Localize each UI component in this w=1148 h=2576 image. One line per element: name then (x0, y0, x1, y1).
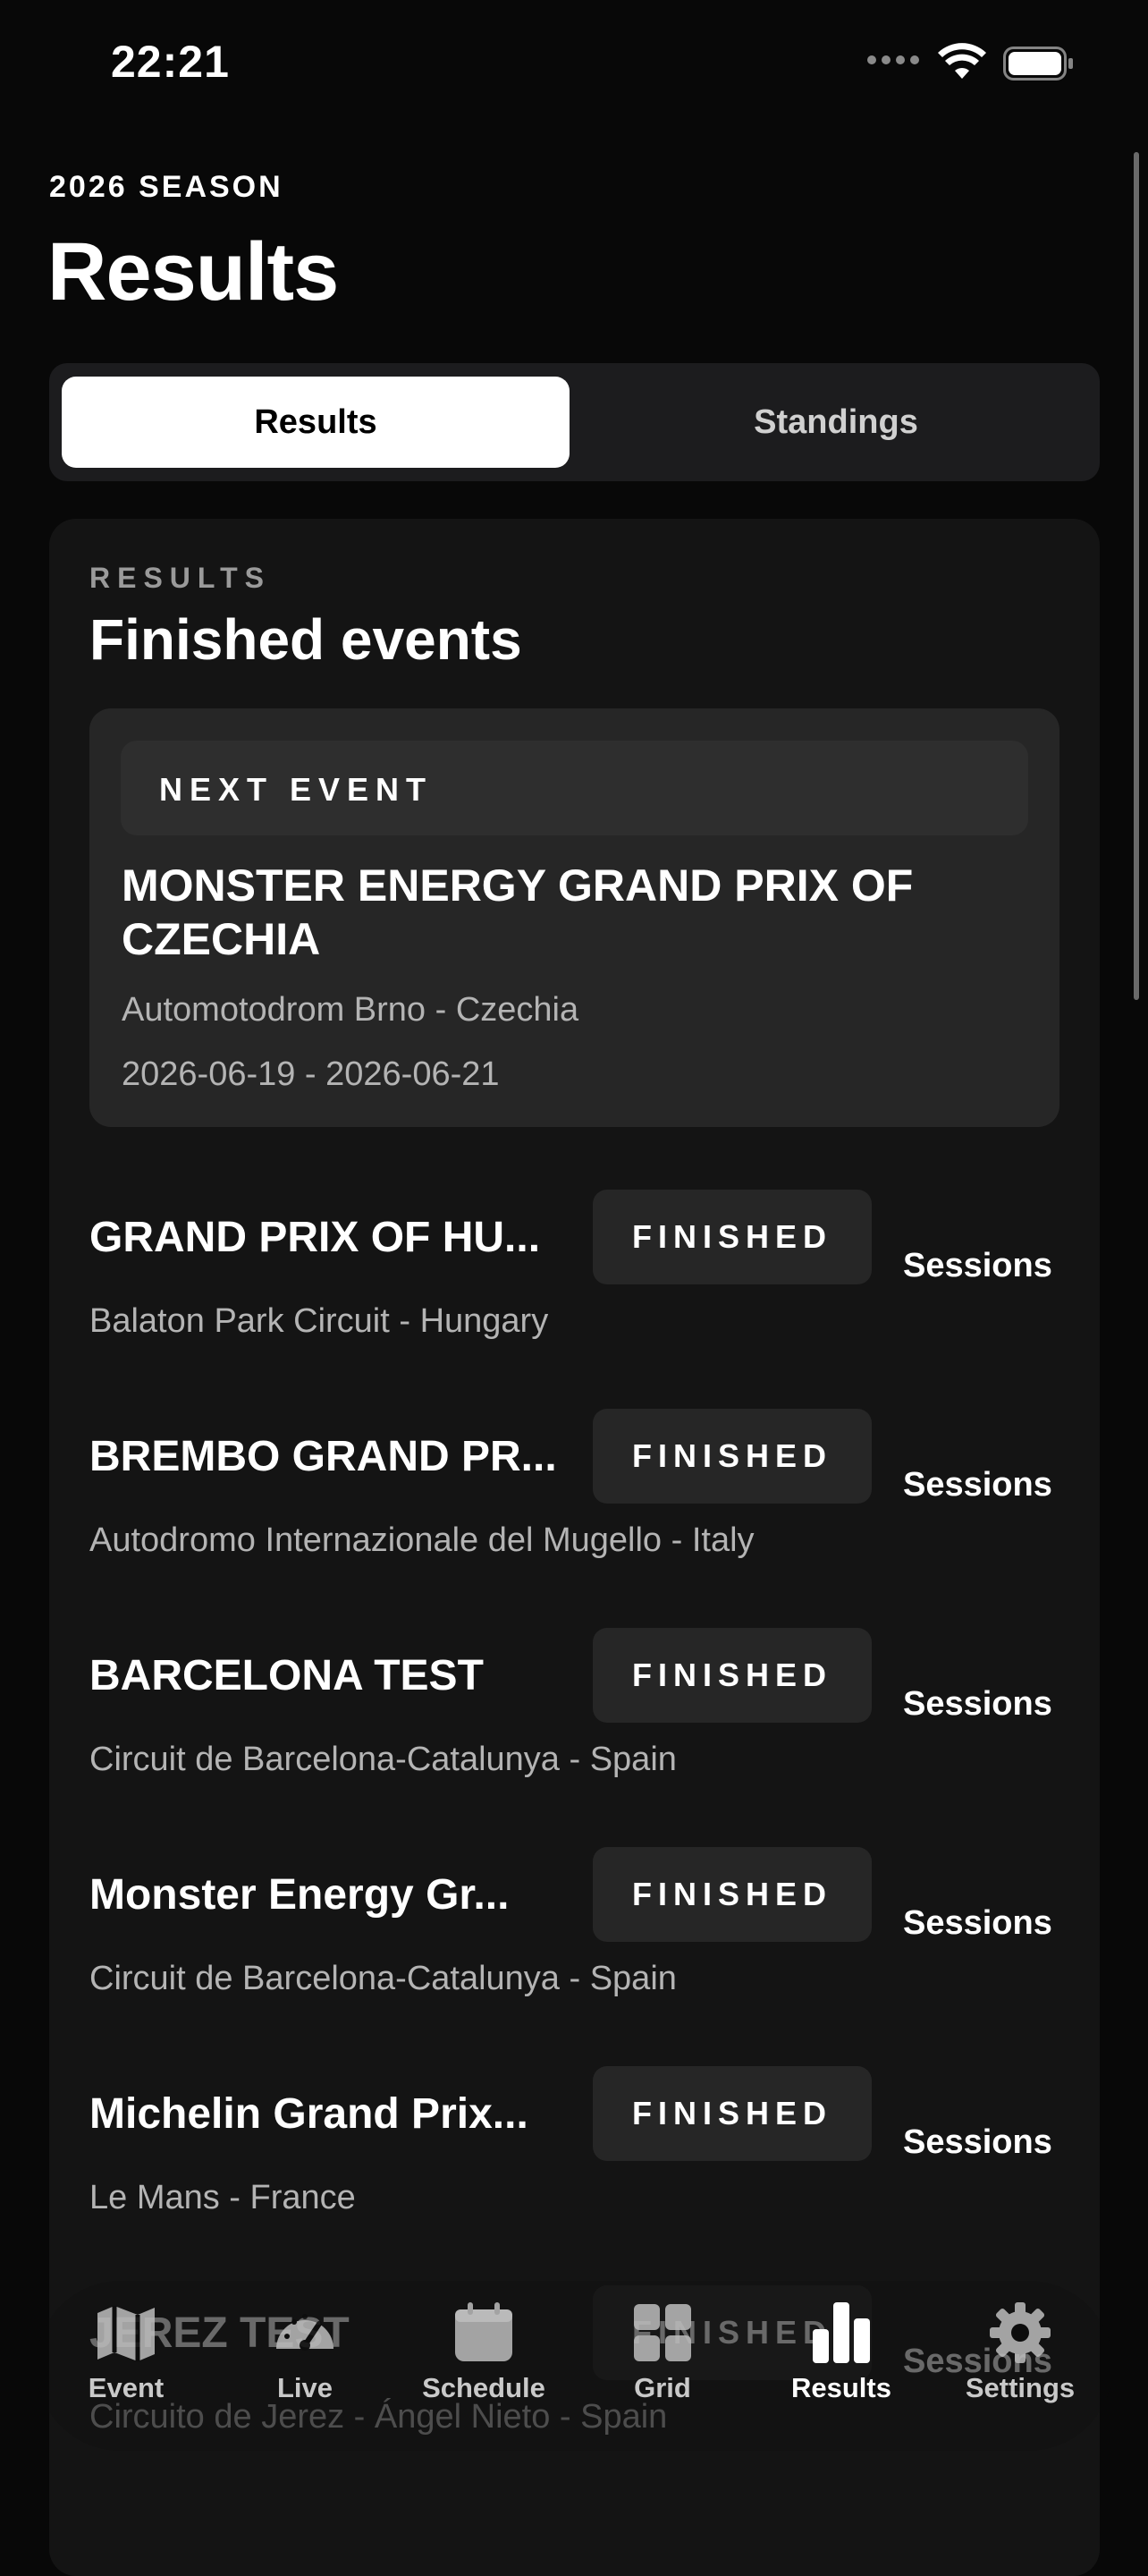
card-title: Finished events (89, 607, 522, 672)
status-badge: FINISHED (593, 1190, 872, 1284)
tab-label: Live (276, 2372, 333, 2403)
gauge-icon (276, 2314, 333, 2351)
results-standings-segmented-control: Results Standings (49, 363, 1100, 481)
tab-results[interactable]: Results (761, 2299, 922, 2404)
sessions-button[interactable]: Sessions (903, 1904, 1052, 1943)
next-event-name: MONSTER ENERGY GRAND PRIX OF CZECHIA (122, 860, 914, 964)
event-location: Balaton Park Circuit - Hungary (89, 1302, 549, 1340)
card-eyebrow: RESULTS (89, 562, 271, 594)
wifi-icon (938, 43, 986, 79)
status-badge: FINISHED (593, 1409, 872, 1504)
event-name: Monster Energy Gr... (89, 1871, 510, 1919)
battery-icon (1003, 47, 1073, 80)
map-icon (97, 2306, 155, 2361)
sessions-button[interactable]: Sessions (903, 1466, 1052, 1504)
event-location: Autodromo Internazionale del Mugello - I… (89, 1521, 755, 1559)
cellular-signal-icon (867, 55, 919, 64)
sessions-button[interactable]: Sessions (903, 1247, 1052, 1285)
status-badge: FINISHED (593, 1847, 872, 1942)
bar-chart-icon (813, 2302, 870, 2363)
next-event-dates: 2026-06-19 - 2026-06-21 (122, 1055, 500, 1093)
tab-event[interactable]: Event (46, 2299, 207, 2404)
status-badge: FINISHED (593, 2066, 872, 2161)
status-time: 22:21 (111, 37, 230, 87)
event-location: Circuit de Barcelona-Catalunya - Spain (89, 1960, 677, 1997)
segment-standings[interactable]: Standings (586, 377, 1086, 468)
tab-live[interactable]: Live (224, 2299, 385, 2404)
tab-label: Results (791, 2372, 891, 2403)
next-event-location: Automotodrom Brno - Czechia (122, 991, 579, 1029)
tab-label: Event (88, 2372, 165, 2403)
grid-icon (634, 2304, 691, 2361)
sessions-button[interactable]: Sessions (903, 1685, 1052, 1724)
event-name: BREMBO GRAND PR... (89, 1433, 557, 1480)
event-location: Le Mans - France (89, 2179, 356, 2216)
tab-label: Schedule (422, 2372, 545, 2403)
gear-icon (990, 2302, 1051, 2363)
scrollbar[interactable] (1134, 152, 1139, 1000)
tab-label: Settings (965, 2372, 1076, 2403)
tab-label: Grid (634, 2372, 691, 2403)
sessions-button[interactable]: Sessions (903, 2123, 1052, 2162)
event-name: GRAND PRIX OF HU... (89, 1214, 541, 1261)
segment-results[interactable]: Results (62, 377, 570, 468)
tab-grid[interactable]: Grid (582, 2299, 743, 2404)
event-location: Circuit de Barcelona-Catalunya - Spain (89, 1741, 677, 1778)
tab-settings[interactable]: Settings (940, 2299, 1101, 2404)
calendar-icon (455, 2302, 512, 2361)
next-event-label: NEXT EVENT (159, 771, 434, 808)
tab-schedule[interactable]: Schedule (403, 2299, 564, 2404)
season-label: 2026 SEASON (49, 170, 283, 204)
event-name: BARCELONA TEST (89, 1652, 484, 1699)
status-badge: FINISHED (593, 1628, 872, 1723)
page-title: Results (47, 226, 339, 318)
event-name: Michelin Grand Prix... (89, 2090, 528, 2138)
